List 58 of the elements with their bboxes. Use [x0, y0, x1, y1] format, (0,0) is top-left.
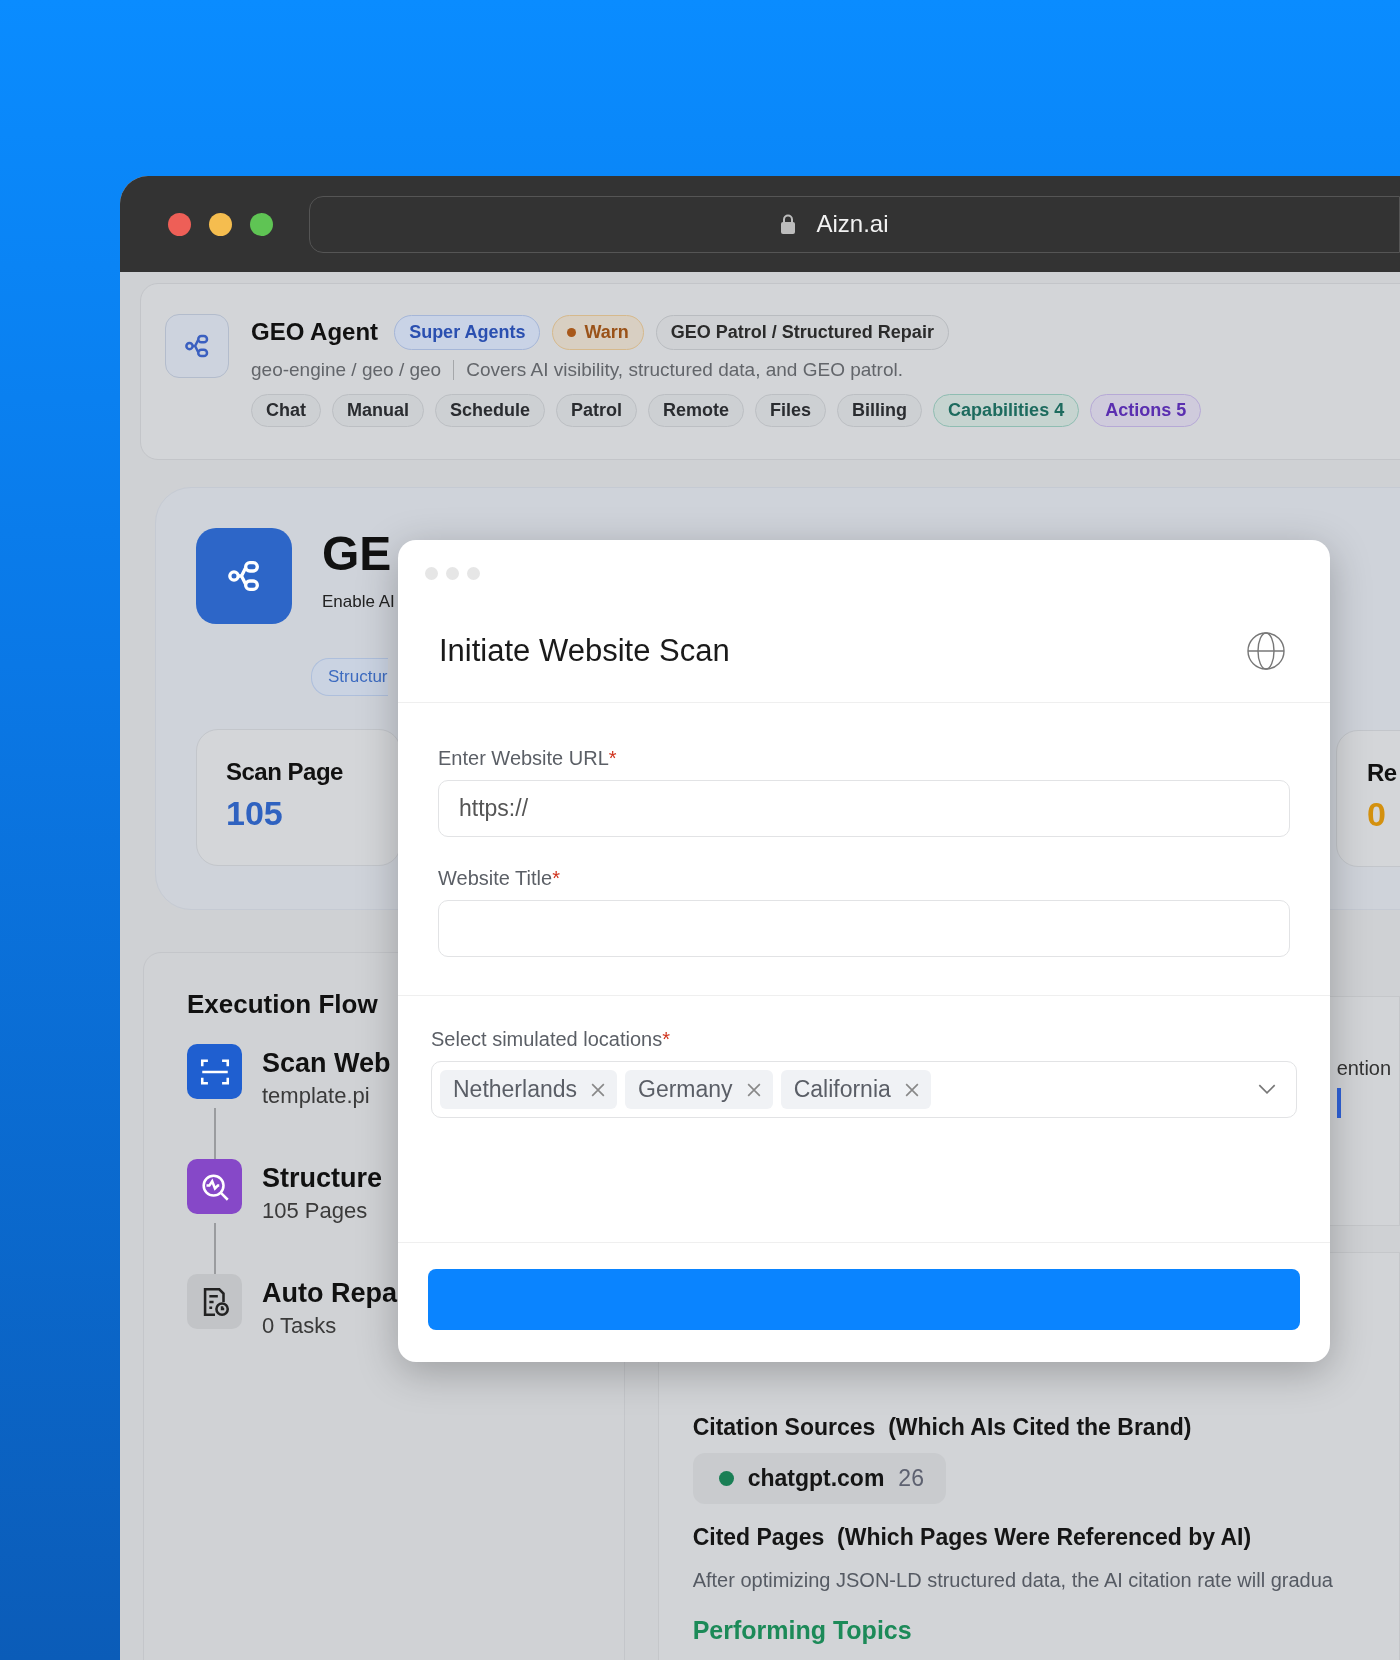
step-subtitle: 105 Pages	[262, 1198, 369, 1224]
source-chip[interactable]: chatgpt.com 26	[692, 1453, 946, 1504]
stat-value: 105	[226, 794, 284, 833]
location-tag-label: California	[793, 1076, 891, 1103]
input-field[interactable]	[438, 900, 1290, 957]
step-title: Auto Repa	[262, 1278, 397, 1309]
section-text: After optimizing JSON-LD structured data, the AI citation rate will gradua	[692, 1569, 1334, 1592]
agent-description: Covers AI visibility, structured data, and GEO patrol.	[466, 359, 903, 381]
agent-tab[interactable]: Schedule	[435, 394, 546, 427]
window-dots-icon	[425, 567, 481, 580]
mentions-bar	[1336, 1088, 1341, 1118]
hero-tag: Structur	[311, 658, 388, 696]
agent-tab[interactable]: Files	[755, 394, 827, 427]
dialog-title: Initiate Website Scan	[439, 633, 730, 669]
address-bar[interactable]: Aizn.ai	[309, 195, 1400, 253]
remove-icon[interactable]	[904, 1082, 919, 1097]
agent-badge: Warn	[552, 314, 644, 350]
step-subtitle: template.pi	[262, 1083, 371, 1109]
agent-badge: Super Agents	[394, 314, 541, 350]
agent-tab[interactable]: Chat	[251, 394, 321, 427]
flow-title: Execution Flow	[187, 989, 379, 1020]
field-label: Website Title*	[438, 867, 561, 890]
minimize-window-button[interactable]	[209, 212, 232, 236]
section-title: Cited Pages (Which Pages Were Referenced by AI)	[692, 1524, 1253, 1551]
hero-subtitle: Enable AI	[322, 592, 395, 612]
stat-label: Re	[1367, 759, 1398, 787]
globe-icon	[1246, 631, 1286, 671]
remove-icon[interactable]	[591, 1082, 606, 1097]
field-label: Enter Website URL*	[438, 747, 618, 770]
agent-tab[interactable]: Capabilities 4	[933, 394, 1080, 427]
step-subtitle: 0 Tasks	[262, 1313, 338, 1339]
agent-tab[interactable]: Actions 5	[1090, 394, 1202, 427]
location-tag-label: Germany	[638, 1076, 733, 1103]
section-title: Citation Sources (Which AIs Cited the Brand)	[692, 1414, 1193, 1441]
agent-tab[interactable]: Manual	[332, 394, 424, 427]
stat-label: Scan Page	[226, 758, 344, 786]
agent-tab[interactable]: Billing	[837, 394, 923, 427]
agent-badge: GEO Patrol / Structured Repair	[655, 314, 949, 350]
topics-title: Performing Topics	[692, 1616, 913, 1645]
close-window-button[interactable]	[168, 212, 191, 236]
step-title: Structure	[262, 1163, 383, 1194]
agent-name: GEO Agent	[251, 318, 379, 346]
hero-title: GE	[322, 526, 393, 582]
agent-tab[interactable]: Patrol	[556, 394, 638, 427]
input-field[interactable]: https://	[438, 780, 1290, 837]
maximize-window-button[interactable]	[250, 212, 273, 236]
lock-icon	[780, 214, 797, 234]
agent-path: geo-engine / geo / geo	[251, 359, 442, 381]
mentions-label: ention	[1336, 1057, 1393, 1080]
location-tag-label: Netherlands	[453, 1076, 578, 1103]
location-select[interactable]: Netherlands Germany California	[431, 1061, 1297, 1118]
chevron-down-icon	[1258, 1084, 1276, 1095]
field-label: Select simulated locations*	[431, 1028, 672, 1051]
agent-tab[interactable]: Remote	[648, 394, 745, 427]
address-text: Aizn.ai	[816, 210, 889, 238]
stat-value: 0	[1367, 795, 1387, 834]
step-title: Scan Web	[262, 1048, 391, 1079]
remove-icon[interactable]	[746, 1082, 761, 1097]
